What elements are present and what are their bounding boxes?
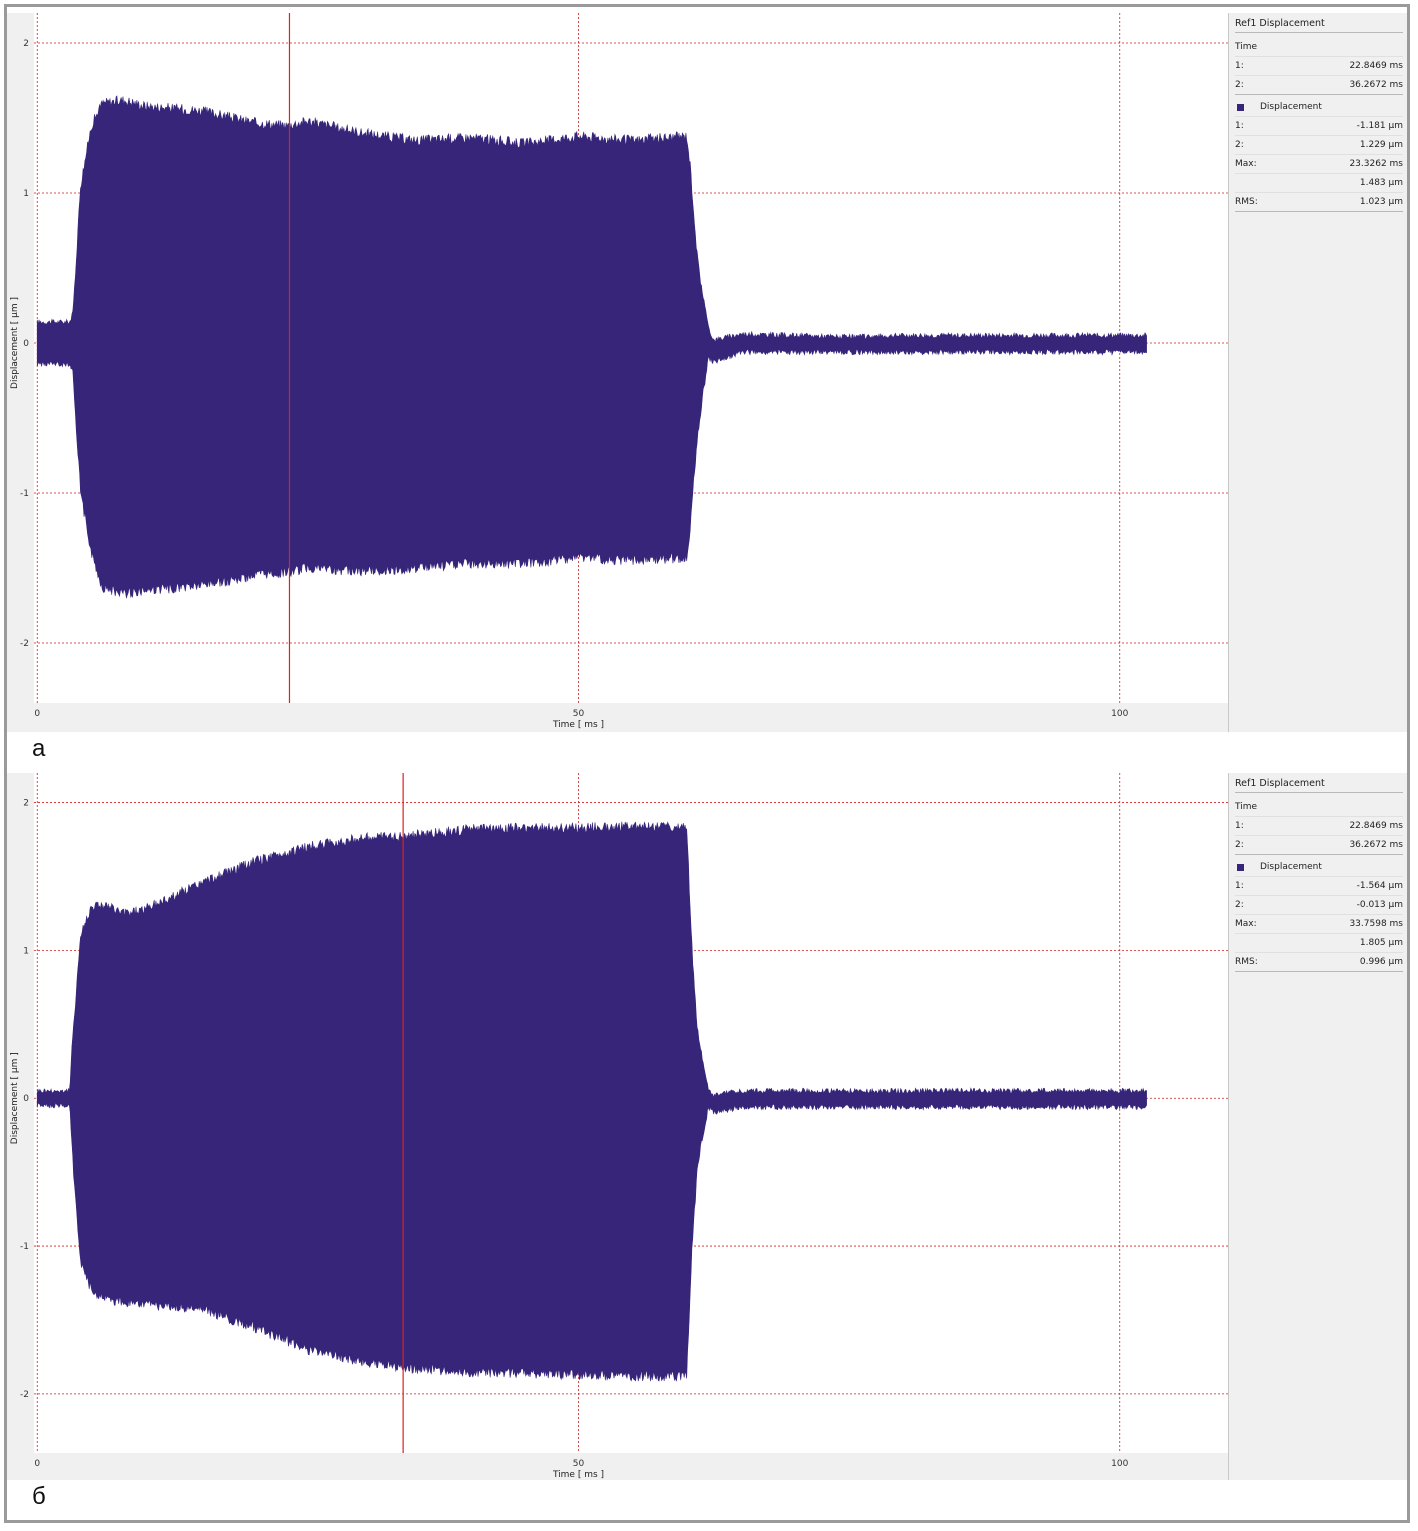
y-tick-label: -2 bbox=[20, 1390, 29, 1400]
info-title: Ref1 Displacement bbox=[1235, 18, 1403, 33]
x-axis-label: Time [ ms ] bbox=[552, 720, 604, 730]
x-tick-label: 50 bbox=[573, 709, 585, 719]
info-time-row: 2: 36.2672 ms bbox=[1235, 837, 1403, 855]
x-tick-label: 100 bbox=[1111, 709, 1128, 719]
chart-svg-a[interactable]: -2 -1 0 1 2 0 50 100 Time [ ms ] Displacement [ µ… bbox=[7, 13, 1228, 732]
info-disp-value: 1.023 µm bbox=[1359, 197, 1403, 207]
info-disp-value: 1.229 µm bbox=[1359, 140, 1403, 150]
info-disp-value: 33.7598 ms bbox=[1349, 919, 1403, 929]
info-disp-key: 1: bbox=[1235, 881, 1244, 891]
info-time-key: 2: bbox=[1235, 80, 1244, 90]
info-disp-row: Max: 23.3262 ms bbox=[1235, 156, 1403, 174]
x-tick-label: 50 bbox=[573, 1459, 585, 1469]
info-disp-row: 2: -0.013 µm bbox=[1235, 897, 1403, 915]
info-disp-value: -1.564 µm bbox=[1356, 881, 1403, 891]
y-axis-label: Displacement [ µm ] bbox=[10, 297, 20, 389]
legend-label: Displacement bbox=[1260, 102, 1322, 112]
info-disp-key: 1: bbox=[1235, 121, 1244, 131]
info-panel-a: Ref1 Displacement Time 1: 22.8469 ms 2: 36… bbox=[1228, 13, 1407, 732]
info-disp-row: RMS: 0.996 µm bbox=[1235, 954, 1403, 972]
info-time-value: 36.2672 ms bbox=[1349, 80, 1403, 90]
info-disp-row: 1.805 µm bbox=[1235, 935, 1403, 953]
info-disp-key: RMS: bbox=[1235, 197, 1258, 207]
info-time-header: Time bbox=[1235, 42, 1258, 52]
info-title: Ref1 Displacement bbox=[1235, 778, 1403, 793]
info-series-row: Displacement bbox=[1235, 99, 1403, 117]
info-disp-row: 2: 1.229 µm bbox=[1235, 137, 1403, 155]
x-tick-label: 0 bbox=[34, 1459, 40, 1469]
panel-letter-b: б bbox=[32, 1483, 46, 1510]
info-time-header: Time bbox=[1235, 802, 1258, 812]
info-disp-row: 1: -1.181 µm bbox=[1235, 118, 1403, 136]
info-disp-value: -0.013 µm bbox=[1356, 900, 1403, 910]
info-disp-value: 0.996 µm bbox=[1359, 957, 1403, 967]
y-tick-label: -1 bbox=[20, 489, 29, 499]
info-panel-b: Ref1 Displacement Time 1: 22.8469 ms 2: 36… bbox=[1228, 773, 1407, 1480]
x-axis-label: Time [ ms ] bbox=[552, 1470, 604, 1480]
y-tick-label: -1 bbox=[20, 1242, 29, 1252]
panel-letter-a: а bbox=[32, 735, 46, 762]
x-tick-label: 100 bbox=[1111, 1459, 1128, 1469]
info-disp-value: 1.805 µm bbox=[1359, 938, 1403, 948]
info-time-row: 1: 22.8469 ms bbox=[1235, 58, 1403, 76]
info-disp-value: -1.181 µm bbox=[1356, 121, 1403, 131]
info-disp-value: 23.3262 ms bbox=[1349, 159, 1403, 169]
y-tick-label: 2 bbox=[23, 39, 29, 49]
info-disp-row: Max: 33.7598 ms bbox=[1235, 916, 1403, 934]
y-axis-label: Displacement [ µm ] bbox=[10, 1052, 20, 1144]
info-time-header-row: Time bbox=[1235, 799, 1403, 817]
panel-b: -2 -1 0 1 2 0 50 100 Time [ ms ] Displacement [ µ… bbox=[7, 773, 1407, 1480]
legend-swatch-icon bbox=[1237, 864, 1244, 871]
info-time-value: 22.8469 ms bbox=[1349, 61, 1403, 71]
y-tick-label: 0 bbox=[23, 339, 29, 349]
y-tick-label: 2 bbox=[23, 799, 29, 809]
panel-a: -2 -1 0 1 2 0 50 100 Time [ ms ] Displacement [ µ… bbox=[7, 13, 1407, 732]
info-disp-key: Max: bbox=[1235, 159, 1257, 169]
chart-area-a: -2 -1 0 1 2 0 50 100 Time [ ms ] Displacement [ µ… bbox=[7, 13, 1228, 732]
info-time-row: 2: 36.2672 ms bbox=[1235, 77, 1403, 95]
info-time-row: 1: 22.8469 ms bbox=[1235, 818, 1403, 836]
info-disp-row: 1: -1.564 µm bbox=[1235, 878, 1403, 896]
info-disp-key: 2: bbox=[1235, 900, 1244, 910]
info-time-value: 36.2672 ms bbox=[1349, 840, 1403, 850]
info-disp-key: 2: bbox=[1235, 140, 1244, 150]
legend-label: Displacement bbox=[1260, 862, 1322, 872]
info-disp-value: 1.483 µm bbox=[1359, 178, 1403, 188]
info-series-row: Displacement bbox=[1235, 859, 1403, 877]
y-tick-label: 0 bbox=[23, 1094, 29, 1104]
info-time-key: 1: bbox=[1235, 61, 1244, 71]
info-time-header-row: Time bbox=[1235, 39, 1403, 57]
info-time-key: 2: bbox=[1235, 840, 1244, 850]
info-disp-key: Max: bbox=[1235, 919, 1257, 929]
chart-svg-b[interactable]: -2 -1 0 1 2 0 50 100 Time [ ms ] Displacement [ µ… bbox=[7, 773, 1228, 1480]
info-disp-row: 1.483 µm bbox=[1235, 175, 1403, 193]
info-disp-key: RMS: bbox=[1235, 957, 1258, 967]
info-time-value: 22.8469 ms bbox=[1349, 821, 1403, 831]
y-tick-label: 1 bbox=[23, 946, 29, 956]
info-time-key: 1: bbox=[1235, 821, 1244, 831]
info-disp-row: RMS: 1.023 µm bbox=[1235, 194, 1403, 212]
x-tick-label: 0 bbox=[34, 709, 40, 719]
figure-frame: -2 -1 0 1 2 0 50 100 Time [ ms ] Displacement [ µ… bbox=[4, 4, 1410, 1523]
y-tick-label: 1 bbox=[23, 189, 29, 199]
y-tick-label: -2 bbox=[20, 639, 29, 649]
chart-area-b: -2 -1 0 1 2 0 50 100 Time [ ms ] Displacement [ µ… bbox=[7, 773, 1228, 1480]
legend-swatch-icon bbox=[1237, 104, 1244, 111]
